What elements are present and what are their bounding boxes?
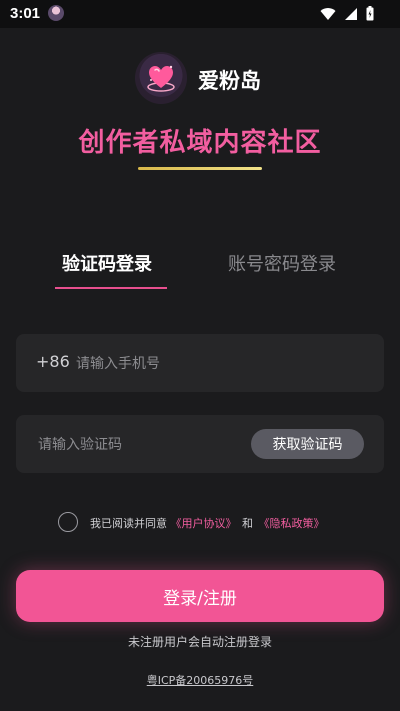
verification-code-input[interactable]	[36, 434, 260, 456]
slogan-underline	[138, 167, 262, 170]
agreement-and: 和	[242, 517, 253, 530]
phone-input[interactable]	[74, 353, 368, 375]
agreement-prefix: 我已阅读并同意	[90, 517, 167, 530]
slogan: 创作者私域内容社区	[78, 128, 322, 158]
user-agreement-link[interactable]: 《用户协议》	[171, 517, 237, 530]
brand-name: 爱粉岛	[198, 69, 261, 93]
login-register-button[interactable]: 登录/注册	[16, 570, 384, 622]
agreement-text: 我已阅读并同意 《用户协议》 和 《隐私政策》	[90, 515, 325, 531]
battery-icon	[366, 6, 374, 21]
signal-icon	[345, 7, 357, 20]
heart-island-logo-icon	[135, 52, 187, 104]
tab-sms-login[interactable]: 验证码登录	[62, 250, 152, 276]
tab-password-login[interactable]: 账号密码登录	[228, 250, 336, 276]
privacy-policy-link[interactable]: 《隐私政策》	[259, 517, 325, 530]
status-time: 3:01	[10, 5, 41, 22]
login-screen: 3:01 爱粉岛 创作者私域内容社区 验证码登录 账号密码登录 +86 请输入手…	[0, 0, 400, 711]
phone-field: +86	[16, 334, 384, 392]
country-code[interactable]: +86	[36, 352, 70, 371]
icp-license-link[interactable]: 粤ICP备20065976号	[0, 672, 400, 688]
status-bar: 3:01	[0, 0, 400, 28]
auto-register-note: 未注册用户会自动注册登录	[127, 635, 272, 649]
notification-avatar-icon	[48, 5, 64, 21]
get-code-button[interactable]: 获取验证码	[251, 429, 364, 459]
code-field: 获取验证码	[16, 415, 384, 473]
agreement-checkbox[interactable]	[58, 512, 78, 532]
active-tab-indicator	[55, 287, 167, 289]
wifi-icon	[320, 7, 336, 20]
status-indicators	[320, 6, 374, 21]
